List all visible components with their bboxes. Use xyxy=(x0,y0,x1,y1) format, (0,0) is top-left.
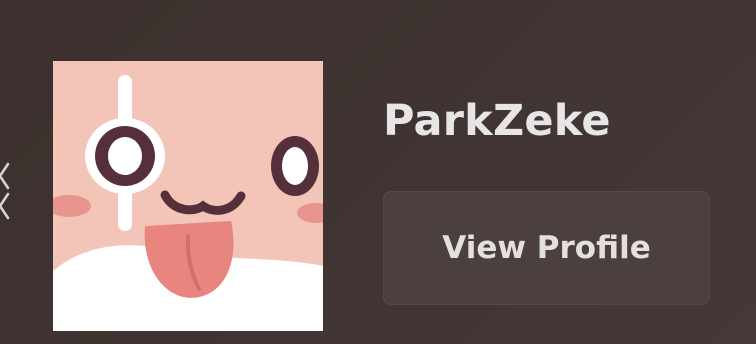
chevron-left-icon[interactable] xyxy=(0,154,10,226)
profile-card: ParkZeke View Profile xyxy=(0,0,756,344)
view-profile-label: View Profile xyxy=(442,229,651,266)
tongue-face-avatar-icon xyxy=(53,61,323,331)
username: ParkZeke xyxy=(383,96,611,146)
avatar[interactable] xyxy=(53,61,323,331)
view-profile-button[interactable]: View Profile xyxy=(383,191,710,305)
